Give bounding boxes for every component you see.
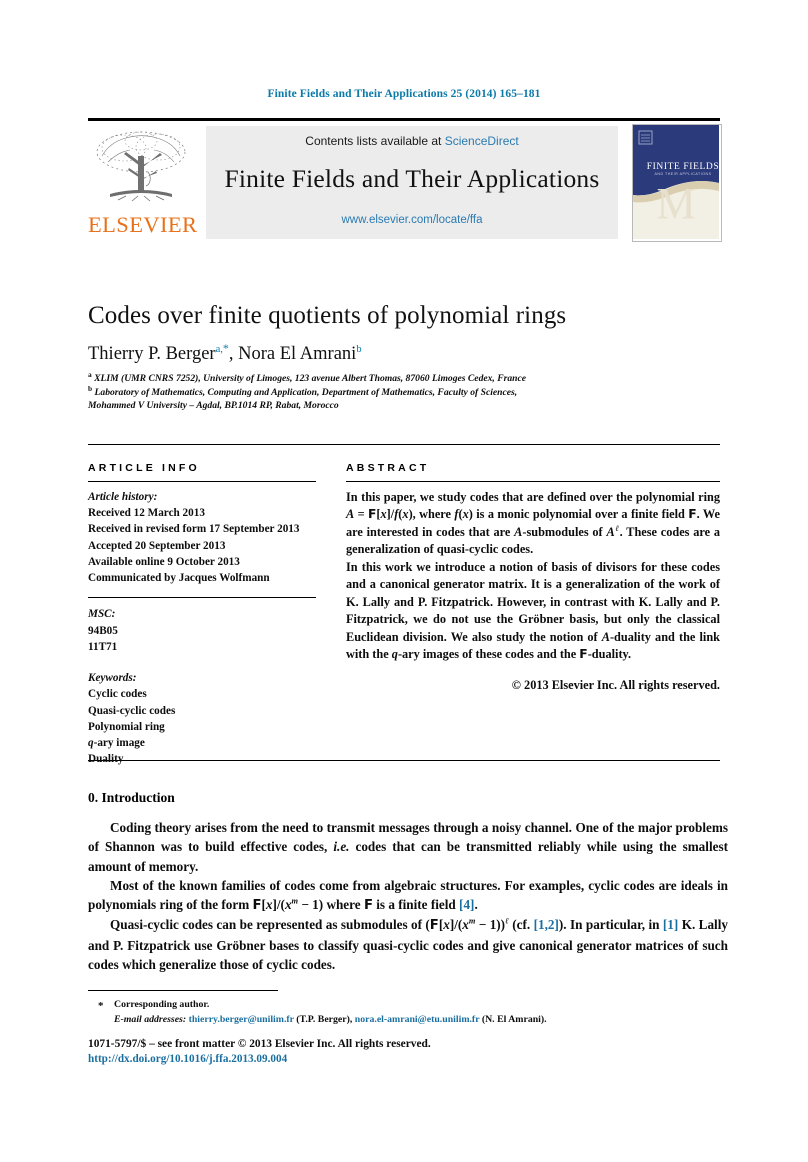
running-head: Finite Fields and Their Applications 25 …	[267, 88, 541, 100]
history-item: Received in revised form 17 September 20…	[88, 523, 300, 536]
citation-link[interactable]: [4]	[459, 897, 474, 912]
keyword-item: Cyclic codes	[88, 688, 147, 701]
citation-link[interactable]: [1,2]	[534, 917, 559, 932]
author-name-1: Thierry P. Berger	[88, 344, 216, 364]
svg-text:M: M	[656, 179, 695, 228]
affiliation-a: a XLIM (UMR CNRS 7252), University of Li…	[88, 369, 728, 386]
affiliation-b: b Laboratory of Mathematics, Computing a…	[88, 383, 728, 400]
affiliation-b-line2: Mohammed V University – Agdal, BP.1014 R…	[88, 400, 339, 412]
affiliation-a-text: XLIM (UMR CNRS 7252), University of Limo…	[94, 373, 526, 384]
corresponding-author-note: Corresponding author.	[114, 999, 210, 1010]
body-paragraph-1: Coding theory arises from the need to tr…	[88, 820, 728, 874]
journal-masthead: ELSEVIER Contents lists available at Sci…	[88, 118, 722, 243]
email-addresses-line: E-mail addresses: thierry.berger@unilim.…	[114, 1013, 547, 1025]
info-band-top-rule	[88, 444, 720, 445]
issn-copyright-line: 1071-5797/$ – see front matter © 2013 El…	[88, 1038, 431, 1050]
doi-link[interactable]: http://dx.doi.org/10.1016/j.ffa.2013.09.…	[88, 1053, 728, 1065]
email-2-owner: (N. El Amrani)	[481, 1013, 545, 1025]
section-title-text: Introduction	[101, 790, 175, 805]
email-link-1[interactable]: thierry.berger@unilim.fr	[189, 1014, 294, 1025]
history-item: Available online 9 October 2013	[88, 555, 240, 568]
abstract-column: ABSTRACT In this paper, we study codes t…	[346, 462, 720, 693]
body-paragraph-3: Quasi-cyclic codes can be represented as…	[88, 916, 728, 972]
article-info-column: ARTICLE INFO Article history: Received 1…	[88, 462, 316, 768]
affil-a-marker: a	[88, 369, 92, 379]
section-number: 0.	[88, 790, 99, 805]
contents-box: Contents lists available at ScienceDirec…	[206, 126, 618, 239]
author-separator: ,	[228, 344, 239, 364]
msc-code: 11T71	[88, 640, 118, 653]
contents-prefix: Contents lists available at	[305, 134, 445, 148]
abstract-heading: ABSTRACT	[346, 462, 430, 474]
msc-block: MSC: 94B05 11T71	[88, 606, 316, 655]
footnote-block: * Corresponding author. E-mail addresses…	[88, 998, 728, 1027]
contents-available-line: Contents lists available at ScienceDirec…	[206, 134, 618, 148]
article-info-heading: ARTICLE INFO	[88, 462, 200, 474]
email-label: E-mail addresses:	[114, 1013, 187, 1025]
msc-code: 94B05	[88, 624, 118, 637]
abstract-paragraph-1: In this paper, we study codes that are d…	[346, 490, 720, 557]
section-heading-introduction: 0. Introduction	[88, 790, 728, 806]
svg-text:AND THEIR APPLICATIONS: AND THEIR APPLICATIONS	[655, 172, 712, 176]
author-list: Thierry P. Bergera,*, Nora El Amranib	[88, 342, 728, 365]
keyword-item: Duality	[88, 753, 124, 766]
email-link-2[interactable]: nora.el-amrani@etu.unilim.fr	[355, 1014, 480, 1025]
author-name-2: Nora El Amrani	[238, 344, 357, 364]
keyword-item: Quasi-cyclic codes	[88, 704, 176, 717]
abstract-rule	[346, 481, 720, 482]
elsevier-wordmark: ELSEVIER	[88, 212, 198, 237]
page-title: Codes over finite quotients of polynomia…	[88, 302, 567, 329]
footnote-rule	[88, 990, 278, 991]
history-item: Accepted 20 September 2013	[88, 539, 226, 552]
history-item: Received 12 March 2013	[88, 507, 205, 520]
citation-link[interactable]: [1]	[663, 917, 678, 932]
keywords-block: Keywords: Cyclic codes Quasi-cyclic code…	[88, 670, 316, 767]
affil-b-marker: b	[88, 383, 93, 393]
article-info-rule	[88, 481, 316, 482]
footnote-star-marker: *	[98, 1000, 104, 1012]
article-history-label: Article history:	[88, 491, 158, 503]
sciencedirect-link[interactable]: ScienceDirect	[445, 134, 519, 148]
article-page: Finite Fields and Their Applications 25 …	[0, 0, 808, 1162]
abstract-paragraph-2: In this work we introduce a notion of ba…	[346, 559, 721, 662]
journal-cover-thumbnail[interactable]: M FINITE FIELDS AND THEIR APPLICATIONS	[632, 124, 722, 242]
abstract-copyright: © 2013 Elsevier Inc. All rights reserved…	[511, 677, 720, 692]
history-item: Communicated by Jacques Wolfmann	[88, 572, 270, 585]
msc-label: MSC:	[88, 608, 116, 621]
keyword-item: q-ary image	[88, 737, 145, 750]
affiliation-b-text-line1: Laboratory of Mathematics, Computing and…	[94, 386, 518, 398]
introduction-body: Coding theory arises from the need to tr…	[88, 818, 728, 974]
keyword-item: Polynomial ring	[88, 720, 165, 733]
affiliations: a XLIM (UMR CNRS 7252), University of Li…	[88, 369, 728, 413]
svg-text:FINITE FIELDS: FINITE FIELDS	[647, 162, 719, 172]
keywords-label: Keywords:	[88, 672, 137, 685]
journal-title: Finite Fields and Their Applications	[224, 164, 600, 193]
journal-homepage-link[interactable]: www.elsevier.com/locate/ffa	[206, 214, 618, 226]
body-paragraph-2: Most of the known families of codes come…	[88, 877, 728, 914]
author-2-affil-marker: b	[356, 343, 362, 355]
article-history: Article history: Received 12 March 2013 …	[88, 489, 316, 586]
msc-rule	[88, 597, 316, 599]
email-1-owner: (T.P. Berger)	[296, 1013, 350, 1025]
elsevier-logo: ELSEVIER	[88, 126, 198, 241]
author-1-affil-marker: a,	[215, 343, 223, 355]
